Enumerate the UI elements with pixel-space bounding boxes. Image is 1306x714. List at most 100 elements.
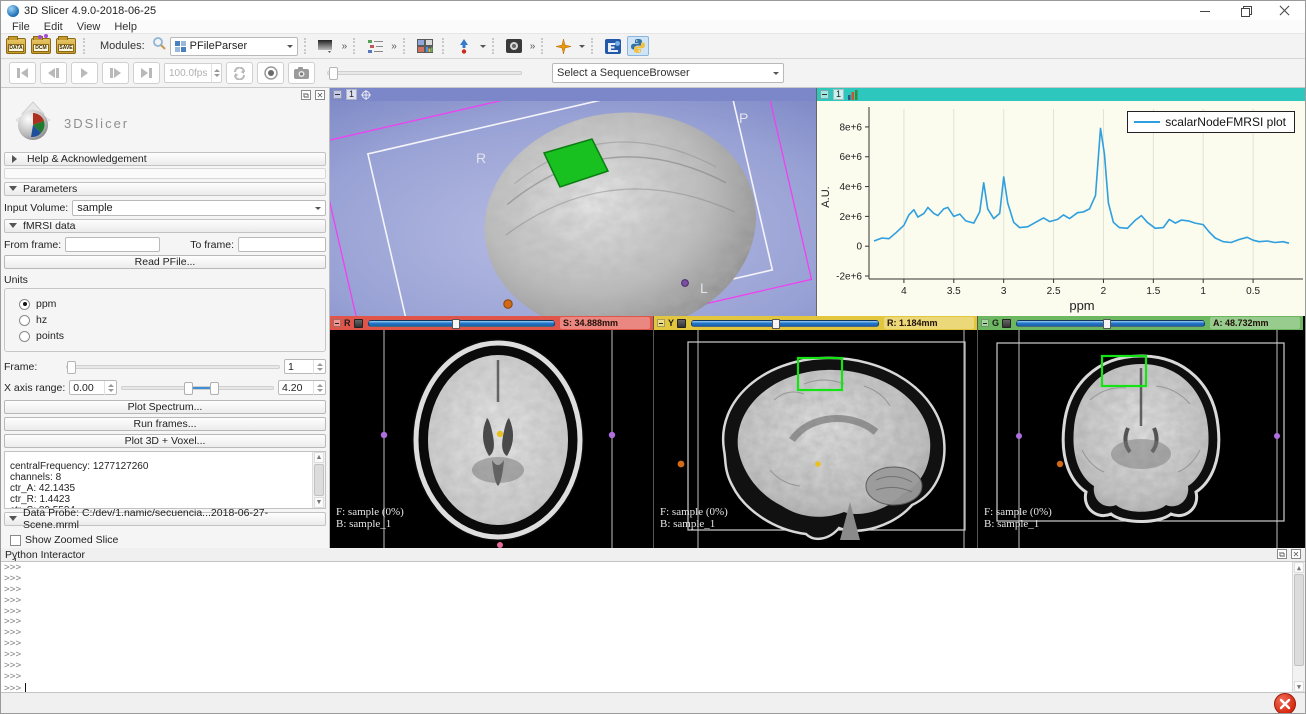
- python-prompt-line[interactable]: >>>: [4, 683, 1289, 693]
- screenshot-button[interactable]: [503, 36, 525, 56]
- panel-close-icon[interactable]: ✕: [315, 90, 325, 100]
- module-search-icon[interactable]: [152, 36, 167, 56]
- seq-previous-frame-button[interactable]: [40, 62, 67, 84]
- seq-loop-button[interactable]: [226, 62, 253, 84]
- sequence-slider[interactable]: [327, 71, 522, 75]
- load-data-button[interactable]: DATA: [5, 36, 27, 56]
- scroll-up-icon[interactable]: ▲: [314, 452, 324, 463]
- frame-slider-handle[interactable]: [67, 361, 76, 374]
- slice-bar-green[interactable]: G A: 48.732mm: [978, 316, 1303, 330]
- to-frame-input[interactable]: [238, 237, 326, 252]
- scrollbar-handle[interactable]: [1294, 574, 1304, 666]
- range-handle-low[interactable]: [184, 382, 193, 395]
- menu-view[interactable]: View: [70, 21, 108, 33]
- plot-legend[interactable]: scalarNodeFMRSI plot: [1127, 111, 1295, 133]
- panel-close-icon[interactable]: ✕: [1291, 549, 1301, 559]
- slice-canvas-sagittal[interactable]: F: sample (0%) B: sample_1: [654, 330, 977, 548]
- slice-slider-handle[interactable]: [452, 319, 460, 329]
- help-section-header[interactable]: Help & Acknowledgement: [4, 152, 326, 166]
- seq-record-button[interactable]: [257, 62, 284, 84]
- pin-icon[interactable]: [333, 90, 342, 99]
- menu-help[interactable]: Help: [107, 21, 144, 33]
- panel-float-icon[interactable]: ⧉: [301, 90, 311, 100]
- menu-file[interactable]: File: [5, 21, 37, 33]
- radio-points[interactable]: points: [19, 328, 325, 344]
- spinner-arrows-icon[interactable]: [313, 381, 325, 395]
- dicom-button[interactable]: DCM: [30, 36, 52, 56]
- sequence-slider-handle[interactable]: [329, 67, 338, 80]
- seq-first-frame-button[interactable]: [9, 62, 36, 84]
- panel-float-icon[interactable]: ⧉: [1277, 549, 1287, 559]
- layout-grid-button[interactable]: [414, 36, 436, 56]
- spinner-arrows-icon[interactable]: [104, 381, 116, 395]
- menu-edit[interactable]: Edit: [37, 21, 70, 33]
- radio-hz[interactable]: hz: [19, 312, 325, 328]
- plot-spectrum-button[interactable]: Plot Spectrum...: [4, 400, 326, 414]
- input-volume-selector[interactable]: sample: [72, 200, 326, 216]
- plot-3d-voxel-button[interactable]: Plot 3D + Voxel...: [4, 434, 326, 448]
- console-scrollbar[interactable]: ▲ ▼: [1292, 562, 1305, 692]
- from-frame-input[interactable]: [65, 237, 160, 252]
- slice-canvas-axial[interactable]: F: sample (0%) B: sample_1: [330, 330, 653, 548]
- slice-bar-red[interactable]: R S: 34.888mm: [330, 316, 653, 330]
- python-interactor-button[interactable]: [627, 36, 649, 56]
- toolbar-overflow-icon-2[interactable]: »: [389, 41, 397, 52]
- slice-offset-slider[interactable]: [368, 320, 556, 327]
- error-log-button[interactable]: [1274, 693, 1296, 714]
- spinner-arrows-icon[interactable]: [313, 360, 325, 374]
- slice-offset-slider[interactable]: [691, 320, 879, 327]
- minimize-button[interactable]: [1199, 5, 1211, 17]
- run-frames-button[interactable]: Run frames...: [4, 417, 326, 431]
- seq-snapshot-button[interactable]: [288, 62, 315, 84]
- plot-canvas[interactable]: 8e+66e+64e+62e+60-2e+643.532.521.510.5pp…: [817, 101, 1305, 316]
- layout-selector-button[interactable]: [315, 36, 337, 56]
- restore-button[interactable]: [1239, 5, 1251, 17]
- scrollbar-handle[interactable]: [314, 464, 324, 496]
- slice-menu-icon[interactable]: [677, 319, 686, 328]
- view-3d-canvas[interactable]: R P L: [330, 101, 816, 316]
- scroll-up-icon[interactable]: ▲: [1294, 562, 1304, 573]
- place-fiducial-button[interactable]: [453, 36, 475, 56]
- fps-spinbox[interactable]: 100.0fps: [164, 63, 222, 83]
- plot-icon[interactable]: [848, 90, 858, 100]
- toolbar-overflow-icon-3[interactable]: »: [528, 41, 536, 52]
- module-history-button[interactable]: [364, 36, 386, 56]
- spinner-arrows-icon[interactable]: [211, 64, 221, 82]
- scroll-down-icon[interactable]: ▼: [314, 497, 324, 508]
- toolbar-overflow-icon[interactable]: »: [340, 41, 348, 52]
- crosshair-button[interactable]: [552, 36, 574, 56]
- seq-play-button[interactable]: [71, 62, 98, 84]
- view-3d-header[interactable]: 1: [330, 88, 816, 101]
- plot-view-header[interactable]: 1: [817, 88, 1305, 101]
- slice-menu-icon[interactable]: [1002, 319, 1011, 328]
- sequence-browser-selector[interactable]: Select a SequenceBrowser: [552, 63, 784, 83]
- show-zoomed-slice-checkbox[interactable]: [10, 535, 21, 546]
- module-selector[interactable]: PFileParser: [170, 37, 298, 56]
- seq-last-frame-button[interactable]: [133, 62, 160, 84]
- slice-offset-slider[interactable]: [1016, 320, 1205, 327]
- slice-bar-yellow[interactable]: Y R: 1.184mm: [654, 316, 977, 330]
- scroll-down-icon[interactable]: ▼: [1294, 681, 1304, 692]
- range-handle-high[interactable]: [210, 382, 219, 395]
- radio-ppm[interactable]: ppm: [19, 296, 325, 312]
- slice-slider-handle[interactable]: [1103, 319, 1111, 329]
- extensions-manager-button[interactable]: [602, 36, 624, 56]
- slice-slider-handle[interactable]: [772, 319, 780, 329]
- frame-spinbox[interactable]: 1: [284, 359, 326, 374]
- view-3d-controls-icon[interactable]: [361, 90, 371, 100]
- seq-next-frame-button[interactable]: [102, 62, 129, 84]
- close-button[interactable]: [1279, 5, 1291, 17]
- fmrsi-section-header[interactable]: fMRSI data: [4, 219, 326, 233]
- data-probe-section-header[interactable]: Data Probe: C:/dev/1.namic/secuencia...2…: [4, 512, 326, 526]
- slice-menu-icon[interactable]: [354, 319, 363, 328]
- frame-slider[interactable]: [66, 365, 280, 369]
- parameters-section-header[interactable]: Parameters: [4, 182, 326, 196]
- xaxis-max-spinbox[interactable]: 4.20: [278, 380, 326, 395]
- pin-icon[interactable]: [657, 319, 665, 327]
- header-info-textbox[interactable]: centralFrequency: 1277127260 channels: 8…: [4, 451, 326, 509]
- fiducial-dropdown-icon[interactable]: [480, 45, 486, 51]
- pin-icon[interactable]: [333, 319, 341, 327]
- info-scrollbar[interactable]: ▲ ▼: [312, 452, 325, 508]
- crosshair-dropdown-icon[interactable]: [579, 45, 585, 51]
- python-console[interactable]: ▲ ▼ >>>>>>>>>>>>>>>>>>>>>>>>>>>>>>>>>>>>: [1, 561, 1305, 693]
